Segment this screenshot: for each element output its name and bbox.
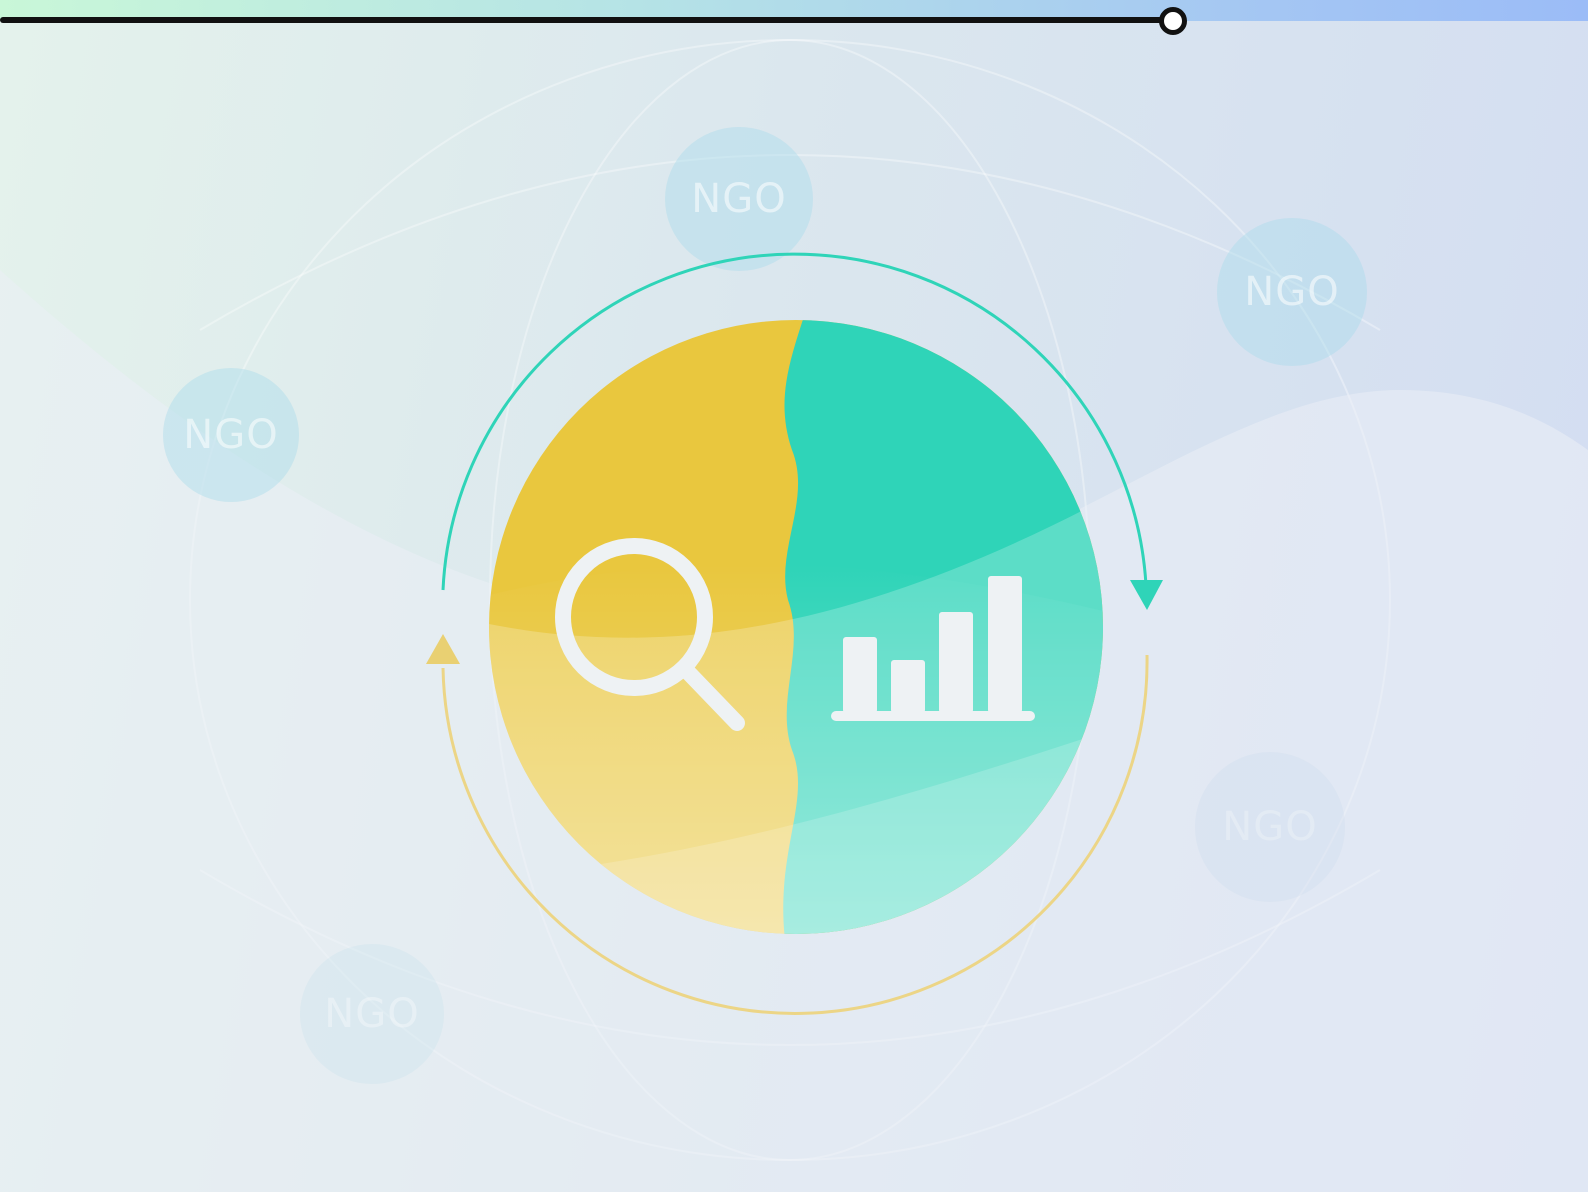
analysis-emblem	[426, 252, 1163, 1016]
